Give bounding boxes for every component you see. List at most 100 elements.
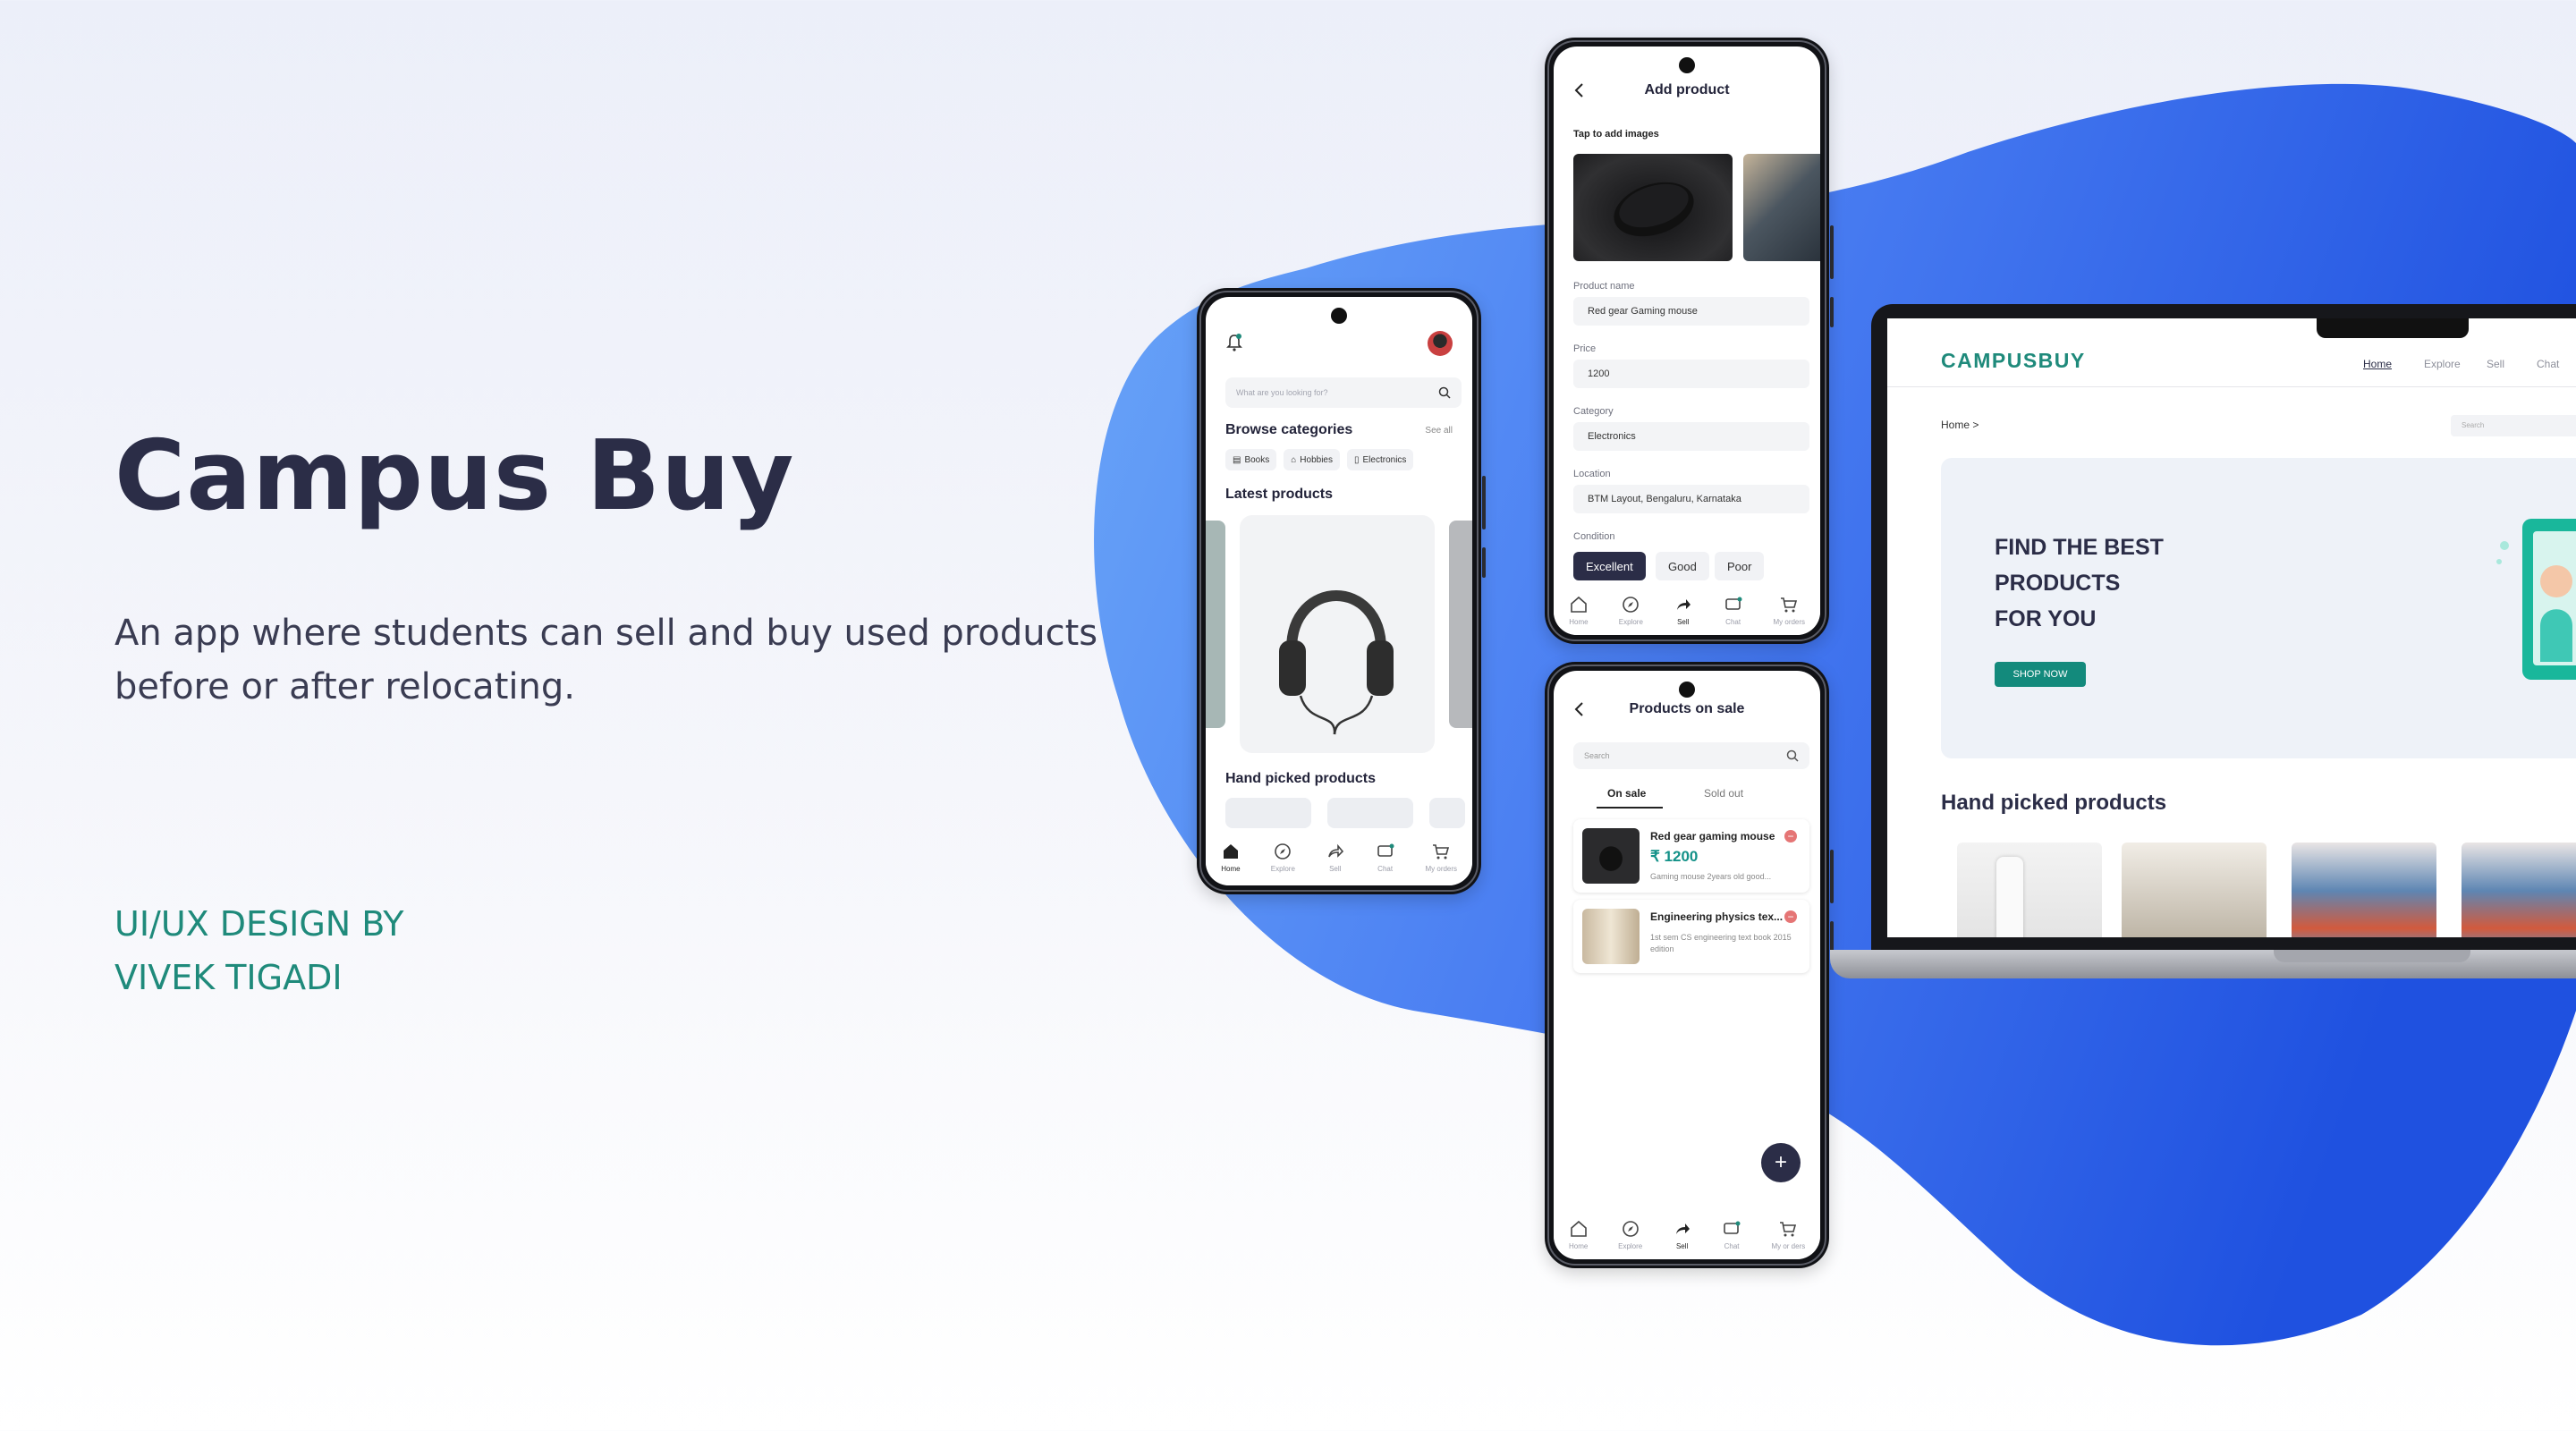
product-description: Gaming mouse 2years old good... (1650, 872, 1772, 881)
phone-side-button (1830, 225, 1834, 279)
bottom-tab-bar: Home Explore Sell Chat My orders (1206, 828, 1472, 885)
cart-icon (1433, 843, 1450, 859)
category-chip-hobbies[interactable]: ⌂ Hobbies (1284, 449, 1340, 470)
tab-explore[interactable]: Explore (1618, 1219, 1642, 1250)
product-iphone[interactable] (1957, 843, 2102, 937)
price-label: Price (1573, 343, 1597, 354)
tab-chat[interactable]: Chat (1722, 1219, 1741, 1250)
search-input[interactable]: Search (1573, 742, 1809, 769)
notification-bell-icon[interactable] (1225, 333, 1243, 352)
tab-label: Sell (1675, 1241, 1689, 1250)
tab-label: Sell (1329, 864, 1342, 873)
add-product-fab[interactable]: + (1761, 1143, 1801, 1182)
tab-my-orders[interactable]: My orders (1773, 595, 1805, 626)
category-input[interactable]: Electronics (1573, 422, 1809, 451)
product-card-prev[interactable] (1206, 521, 1225, 728)
product-card-mouse[interactable]: Red gear gaming mouse ₹ 1200 Gaming mous… (1573, 819, 1809, 893)
category-label: Category (1573, 406, 1614, 417)
tab-label: Sell (1677, 617, 1690, 626)
latest-products-title: Latest products (1225, 487, 1334, 502)
product-books[interactable] (2292, 843, 2436, 937)
tab-label: Explore (1270, 864, 1295, 873)
remove-icon[interactable]: − (1784, 910, 1797, 923)
cart-icon (1780, 1221, 1797, 1236)
category-chip-electronics[interactable]: ▯ Electronics (1347, 449, 1414, 470)
headphones-image (1279, 590, 1394, 735)
tab-chat[interactable]: Chat (1376, 842, 1395, 873)
search-input[interactable]: What are you looking for? (1225, 377, 1462, 408)
product-card-next[interactable] (1449, 521, 1472, 728)
tab-sold-out[interactable]: Sold out (1704, 787, 1743, 800)
tab-home[interactable]: Home (1221, 842, 1241, 873)
avatar[interactable] (1428, 331, 1453, 356)
hand-picked-title: Hand picked products (1225, 771, 1377, 786)
hand-picked-item[interactable] (1225, 798, 1311, 828)
browse-categories-title: Browse categories (1225, 422, 1353, 437)
search-placeholder: What are you looking for? (1236, 388, 1328, 397)
tab-sell[interactable]: Sell (1674, 595, 1693, 626)
tab-sell[interactable]: Sell (1673, 1219, 1692, 1250)
condition-good[interactable]: Good (1656, 552, 1709, 580)
product-card-headphones[interactable] (1240, 515, 1435, 753)
banner-headline: FIND THE BEST PRODUCTS FOR YOU (1995, 529, 2164, 637)
nav-chat[interactable]: Chat (2537, 358, 2559, 370)
chip-label: Hobbies (1300, 454, 1333, 465)
product-thumb (1582, 828, 1640, 884)
tab-my-orders[interactable]: My or ders (1771, 1219, 1805, 1250)
nav-home[interactable]: Home (2363, 358, 2392, 370)
tab-label: Explore (1618, 1241, 1643, 1250)
price-input[interactable]: 1200 (1573, 360, 1809, 388)
phone-side-button (1482, 547, 1486, 578)
design-credit: UI/UX DESIGN BY VIVEK TIGADI (114, 897, 404, 1004)
chip-label: Books (1244, 454, 1270, 465)
tab-label: Chat (1724, 1241, 1740, 1250)
product-iron[interactable] (2122, 843, 2267, 937)
product-image-mouse[interactable] (1573, 154, 1733, 261)
product-name-input[interactable]: Red gear Gaming mouse (1573, 297, 1809, 326)
tab-on-sale[interactable]: On sale (1607, 787, 1646, 800)
tab-label: My orders (1773, 617, 1806, 626)
home-icon (1570, 1220, 1587, 1237)
search-input[interactable]: Search (2451, 415, 2576, 436)
site-logo[interactable]: CAMPUSBUY (1941, 349, 2086, 373)
tab-my-orders[interactable]: My orders (1425, 842, 1457, 873)
see-all-link[interactable]: See all (1425, 426, 1453, 436)
tab-explore[interactable]: Explore (1271, 842, 1295, 873)
products-on-sale-screen: Products on sale Search On sale Sold out… (1554, 671, 1820, 1259)
tab-sell[interactable]: Sell (1326, 842, 1345, 873)
page-title: Products on sale (1629, 701, 1745, 716)
book-icon: ▤ (1233, 454, 1241, 465)
shop-now-button[interactable]: SHOP NOW (1995, 662, 2086, 687)
add-product-screen: Add product Tap to add images Product na… (1554, 47, 1820, 635)
nav-explore[interactable]: Explore (2424, 358, 2461, 370)
remove-icon[interactable]: − (1784, 830, 1797, 843)
tab-label: Home (1569, 1241, 1589, 1250)
category-chip-books[interactable]: ▤ Books (1225, 449, 1277, 470)
product-thumb (1582, 909, 1640, 964)
tab-label: My orders (1425, 864, 1458, 873)
condition-poor[interactable]: Poor (1715, 552, 1765, 580)
product-name: Engineering physics tex... (1650, 910, 1784, 923)
product-books-2[interactable] (2462, 843, 2576, 937)
product-image-mouse-2[interactable] (1743, 154, 1820, 261)
tab-explore[interactable]: Explore (1619, 595, 1643, 626)
breadcrumb[interactable]: Home > (1941, 419, 1979, 431)
product-card-book[interactable]: Engineering physics tex... 1st sem CS en… (1573, 900, 1809, 973)
condition-excellent[interactable]: Excellent (1573, 552, 1646, 580)
tab-home[interactable]: Home (1569, 595, 1589, 626)
website-screen: CAMPUSBUY Home Explore Sell Chat Home > … (1887, 318, 2576, 937)
hand-picked-item[interactable] (1429, 798, 1465, 828)
tab-chat[interactable]: Chat (1724, 595, 1743, 626)
credit-line-2: VIVEK TIGADI (114, 958, 343, 997)
tab-label: Home (1221, 864, 1241, 873)
location-input[interactable]: BTM Layout, Bengaluru, Karnataka (1573, 485, 1809, 513)
compass-icon (1275, 843, 1292, 859)
tab-home[interactable]: Home (1569, 1219, 1589, 1250)
tab-label: Chat (1377, 864, 1394, 873)
hand-picked-item[interactable] (1327, 798, 1413, 828)
hobby-icon: ⌂ (1291, 454, 1297, 465)
front-camera (1679, 57, 1695, 73)
phone-side-button (1830, 850, 1834, 903)
nav-sell[interactable]: Sell (2487, 358, 2504, 370)
hero-description: An app where students can sell and buy u… (114, 613, 1098, 707)
